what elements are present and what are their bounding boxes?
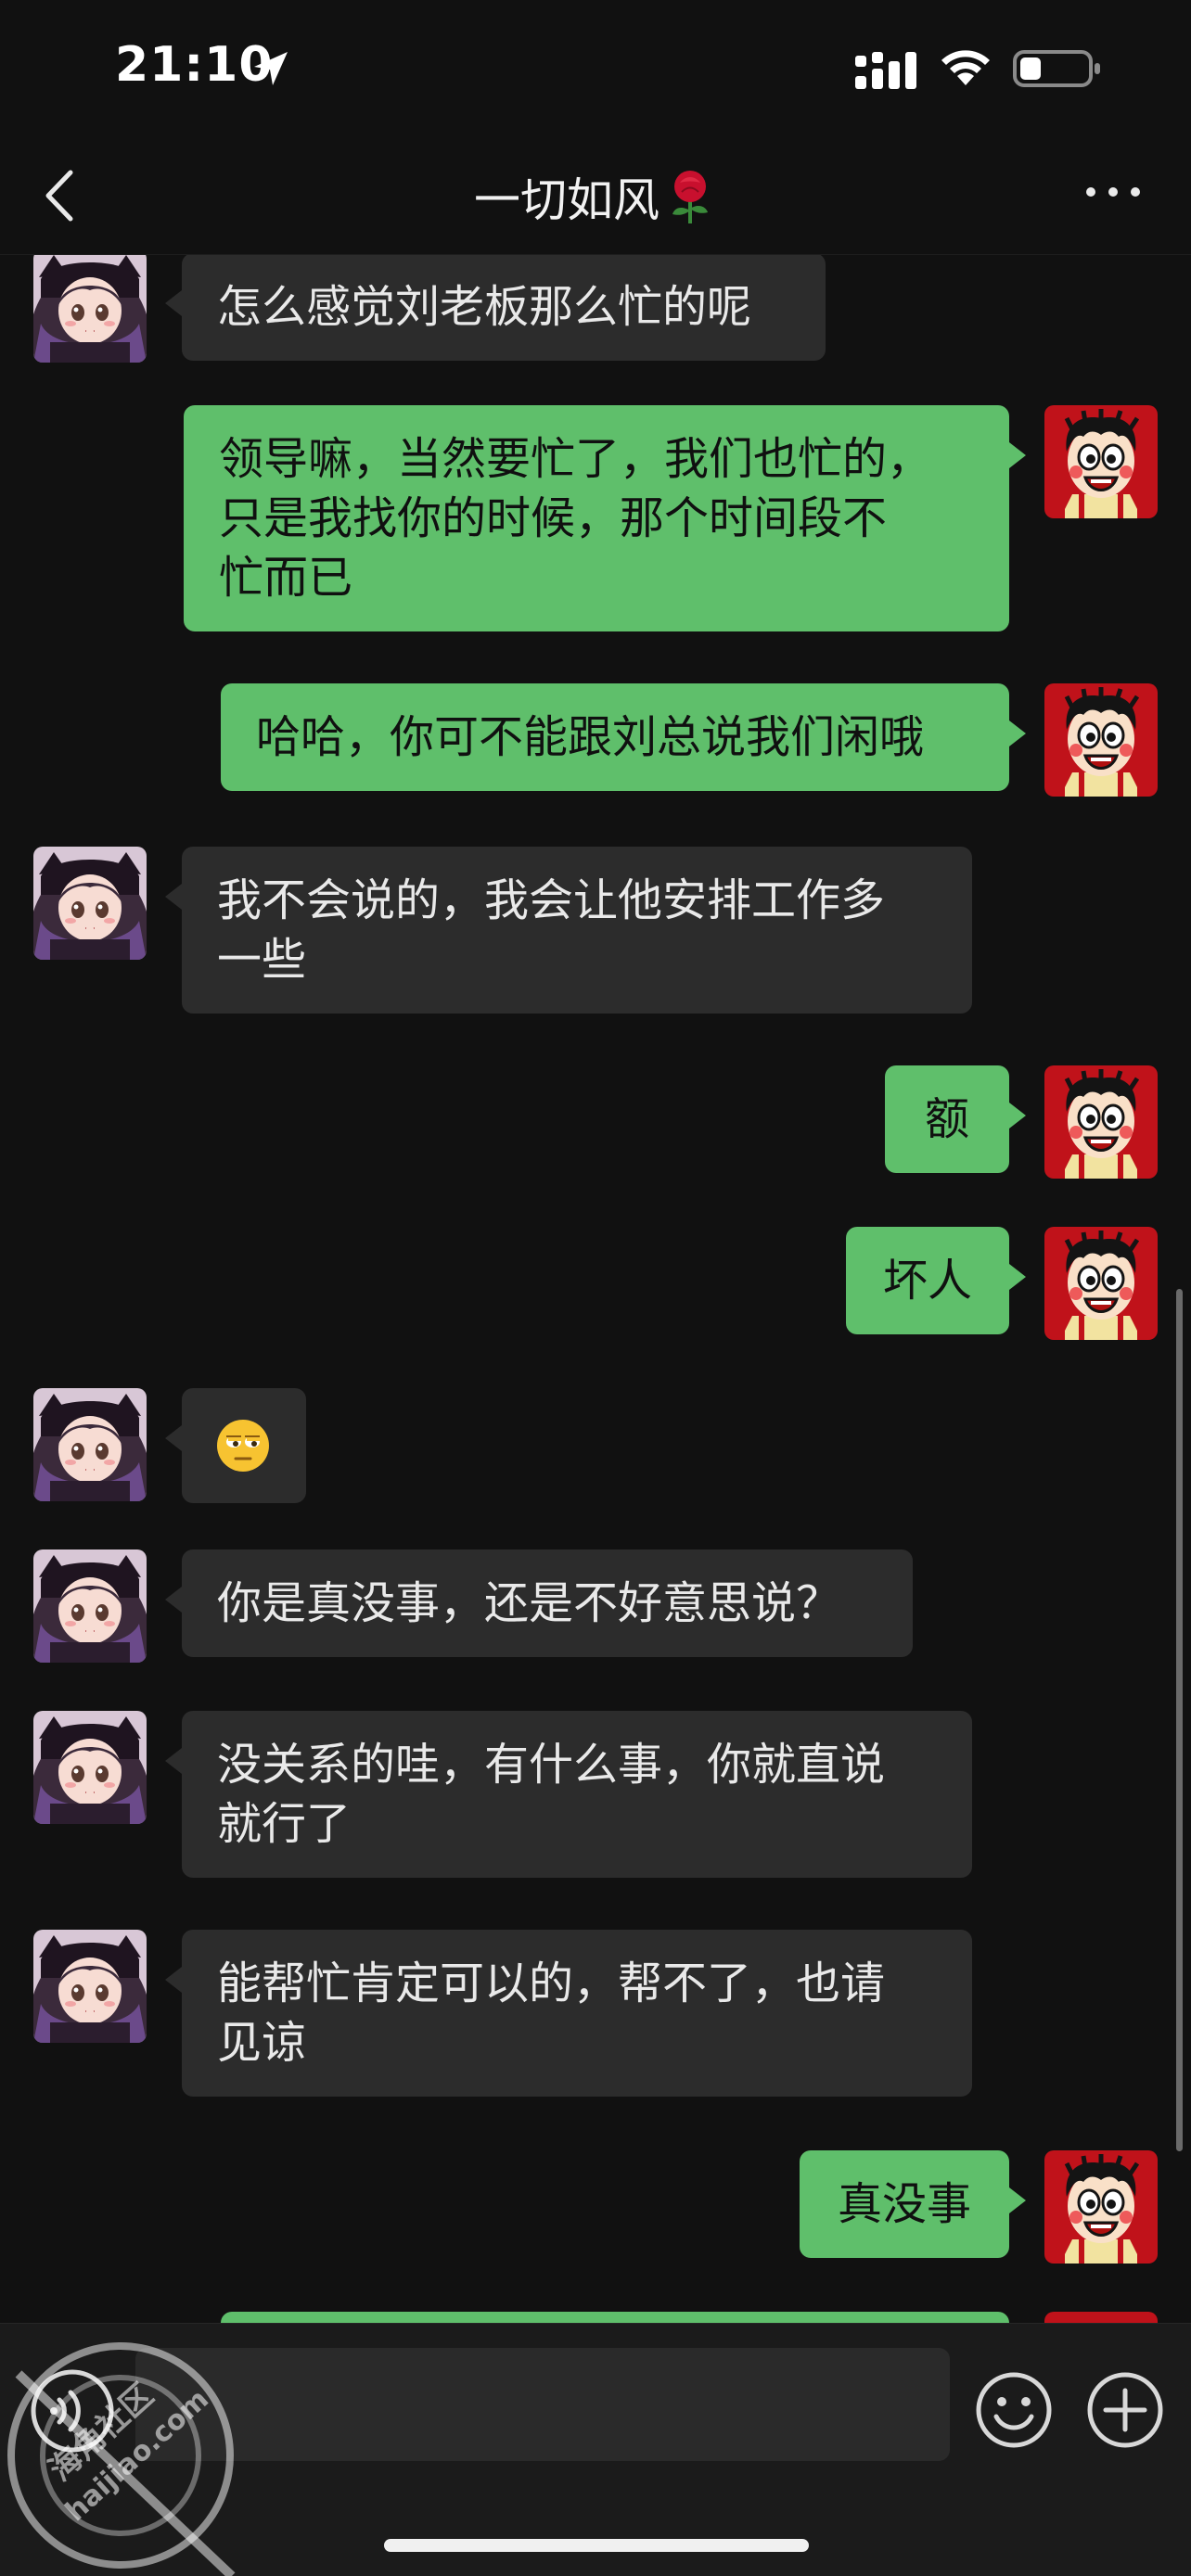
status-time: 21:10 [115,37,274,93]
message-bubble[interactable]: 怎么感觉刘老板那么忙的呢 [165,255,826,361]
my-avatar[interactable] [1044,2312,1158,2323]
message-bubble[interactable]: 哈哈，你可不能跟刘总说我们闲哦 [221,683,1026,791]
message-bubble[interactable]: 领导嘛，当然要忙了，我们也忙的， 只是我找你的时候，那个时间段不 忙而已 [184,405,1026,631]
message-bubble[interactable] [221,2312,1009,2323]
message-text: 忙而已 [219,552,353,604]
chat-screen: 21:10 一切如风 怎么感觉刘老板那么忙的呢 领导嘛，当然要忙了，我们也忙的，… [0,0,1191,2576]
my-avatar[interactable] [1044,1065,1158,1179]
my-avatar[interactable] [1044,1227,1158,1340]
message-bubble[interactable] [165,1388,306,1503]
chat-header: 一切如风 [0,139,1191,255]
message-row: 你是真没事，还是不好意思说？ [0,1549,1191,1664]
eye-roll-emoji-icon [217,1420,269,1472]
message-bubble[interactable]: 真没事 [800,2150,1026,2258]
contact-name: 一切如风 [474,173,660,227]
status-bar: 21:10 [0,0,1191,139]
location-arrow-icon [254,52,288,85]
message-row: 领导嘛，当然要忙了，我们也忙的， 只是我找你的时候，那个时间段不 忙而已 [0,405,1191,637]
chat-title: 一切如风 [0,163,1191,230]
my-avatar[interactable] [1044,683,1158,797]
message-row: 真没事 [0,2150,1191,2265]
message-bubble[interactable]: 我不会说的，我会让他安排工作多 一些 [165,847,972,1014]
plus-circle-icon[interactable] [1083,2368,1167,2452]
message-row: 能帮忙肯定可以的，帮不了，也请 见谅 [0,1930,1191,2102]
message-text: 见谅 [217,2017,307,2069]
message-row: 坏人 [0,1227,1191,1342]
message-row-partial [0,2312,1191,2323]
contact-avatar[interactable] [33,1930,147,2043]
message-bubble[interactable]: 额 [885,1065,1026,1173]
rose-icon [672,171,708,223]
message-text: 额 [924,1093,969,1145]
message-bubble[interactable]: 能帮忙肯定可以的，帮不了，也请 见谅 [165,1930,972,2097]
message-text: 哈哈，你可不能跟刘总说我们闲哦 [256,711,925,763]
message-text: 坏人 [882,1255,972,1307]
message-text: 真没事 [837,2178,971,2230]
battery-icon [1013,50,1100,87]
home-indicator[interactable] [384,2539,809,2552]
message-row [0,1388,1191,1503]
wifi-icon [941,50,990,85]
cellular-signal-icon [855,52,916,89]
message-text: 只是我找你的时候，那个时间段不 [219,492,888,544]
message-text: 怎么感觉刘老板那么忙的呢 [217,281,752,333]
message-row: 哈哈，你可不能跟刘总说我们闲哦 [0,683,1191,798]
contact-avatar[interactable] [33,847,147,960]
contact-avatar[interactable] [33,1388,147,1501]
message-row: 怎么感觉刘老板那么忙的呢 [0,255,1191,364]
message-text: 就行了 [217,1798,352,1850]
message-row: 额 [0,1065,1191,1180]
message-bubble[interactable]: 你是真没事，还是不好意思说？ [165,1549,913,1657]
message-bubble[interactable]: 坏人 [846,1227,1026,1334]
message-text: 没关系的哇，有什么事，你就直说 [217,1739,886,1791]
message-row: 没关系的哇，有什么事，你就直说 就行了 [0,1711,1191,1883]
message-text: 能帮忙肯定可以的，帮不了，也请 [217,1958,886,2009]
message-text: 你是真没事，还是不好意思说？ [217,1577,841,1629]
message-text: 一些 [217,934,307,986]
message-list[interactable]: 怎么感觉刘老板那么忙的呢 领导嘛，当然要忙了，我们也忙的， 只是我找你的时候，那… [0,255,1191,2323]
my-avatar[interactable] [1044,405,1158,518]
contact-avatar[interactable] [33,255,147,363]
message-text: 我不会说的，我会让他安排工作多 [217,874,886,926]
message-row: 我不会说的，我会让他安排工作多 一些 [0,847,1191,1019]
message-bubble[interactable]: 没关系的哇，有什么事，你就直说 就行了 [165,1711,972,1878]
more-dots-icon[interactable] [1083,178,1143,206]
emoji-icon[interactable] [972,2368,1056,2452]
my-avatar[interactable] [1044,2150,1158,2264]
chat-scrollbar[interactable] [1176,1289,1183,2151]
contact-avatar[interactable] [33,1549,147,1663]
contact-avatar[interactable] [33,1711,147,1824]
message-text: 领导嘛，当然要忙了，我们也忙的， [219,433,932,485]
message-input[interactable] [135,2348,950,2461]
